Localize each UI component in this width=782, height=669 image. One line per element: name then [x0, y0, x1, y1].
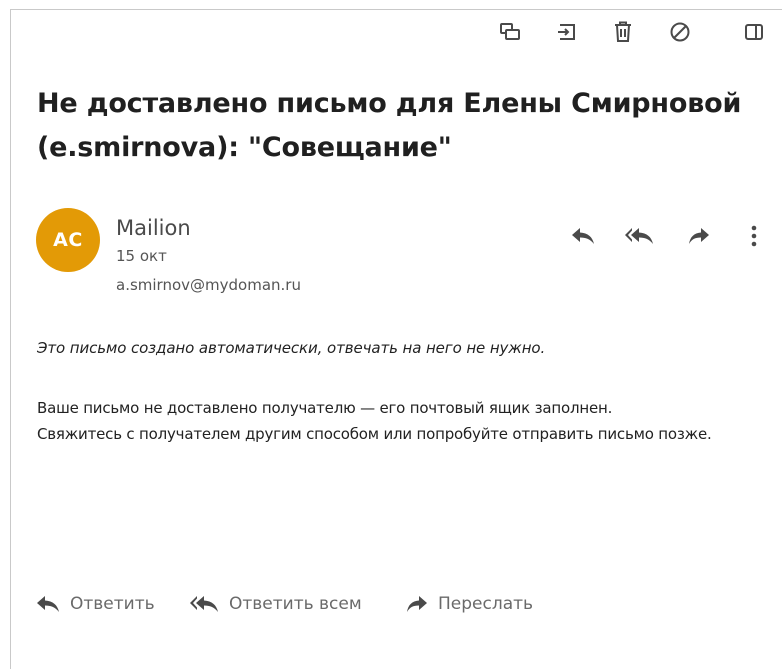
- footer-reply-button[interactable]: Ответить: [36, 590, 155, 618]
- footer-reply-label: Ответить: [70, 594, 155, 614]
- body-paragraph-line-1: Ваше письмо не доставлено получателю — е…: [37, 399, 613, 417]
- message-toolbar: [0, 18, 782, 48]
- message-actions: [0, 224, 782, 252]
- message-subject: Не доставлено письмо для Елены Смирновой…: [37, 82, 772, 170]
- reply-all-icon: [624, 227, 654, 249]
- trash-icon: [614, 21, 632, 43]
- footer-forward-button[interactable]: Переслать: [406, 590, 533, 618]
- move-to-folder-button[interactable]: [496, 18, 524, 46]
- mark-spam-button[interactable]: [666, 18, 694, 46]
- subject-line-1: Не доставлено письмо для Елены Смирновой: [37, 88, 742, 119]
- more-vertical-icon: [751, 225, 757, 251]
- auto-generated-note: Это письмо создано автоматически, отвеча…: [37, 339, 546, 357]
- side-panel-icon: [744, 23, 764, 41]
- forward-icon: [688, 227, 710, 249]
- forward-icon: [406, 595, 428, 613]
- sender-email[interactable]: a.smirnov@mydoman.ru: [116, 276, 301, 294]
- toggle-side-panel-button[interactable]: [740, 18, 768, 46]
- footer-actions: Ответить Ответить всем Переслать: [0, 590, 782, 618]
- footer-reply-all-label: Ответить всем: [229, 594, 362, 614]
- reply-all-button[interactable]: [625, 224, 653, 252]
- reply-all-icon: [189, 595, 219, 613]
- archive-icon: [556, 22, 578, 42]
- reply-icon: [36, 595, 60, 613]
- delete-button[interactable]: [609, 18, 637, 46]
- move-to-folder-icon: [499, 22, 521, 42]
- footer-reply-all-button[interactable]: Ответить всем: [189, 590, 362, 618]
- more-options-button[interactable]: [740, 224, 768, 252]
- archive-button[interactable]: [553, 18, 581, 46]
- reply-button[interactable]: [569, 224, 597, 252]
- footer-forward-label: Переслать: [438, 594, 534, 614]
- body-paragraph-line-2: Свяжитесь с получателем другим способом …: [37, 425, 712, 443]
- subject-line-2: (e.smirnova): "Совещание": [37, 132, 452, 163]
- reply-icon: [571, 227, 595, 249]
- block-icon: [669, 21, 691, 43]
- forward-button[interactable]: [685, 224, 713, 252]
